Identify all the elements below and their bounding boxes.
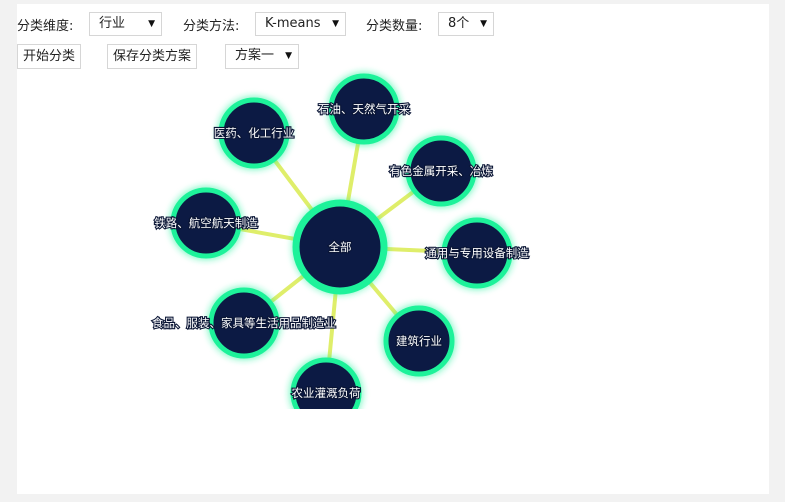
graph-node-label: 石油、天然气开采 xyxy=(318,102,410,116)
graph-node-label: 食品、服装、家具等生活用品制造业 xyxy=(152,316,336,330)
graph-node-label: 通用与专用设备制造 xyxy=(425,246,529,260)
classification-graph: 石油、天然气开采医药、化工行业有色金属开采、冶炼铁路、航空航天制造通用与专用设备… xyxy=(151,72,530,409)
graph-node-label: 建筑行业 xyxy=(396,334,442,348)
graph-node-label: 农业灌溉负荷 xyxy=(292,386,361,400)
graph-center-node-label: 全部 xyxy=(329,240,352,254)
graph-node-label: 铁路、航空航天制造 xyxy=(154,216,258,230)
graph-node-label: 有色金属开采、冶炼 xyxy=(389,164,493,178)
graph-node-label: 医药、化工行业 xyxy=(214,126,295,140)
